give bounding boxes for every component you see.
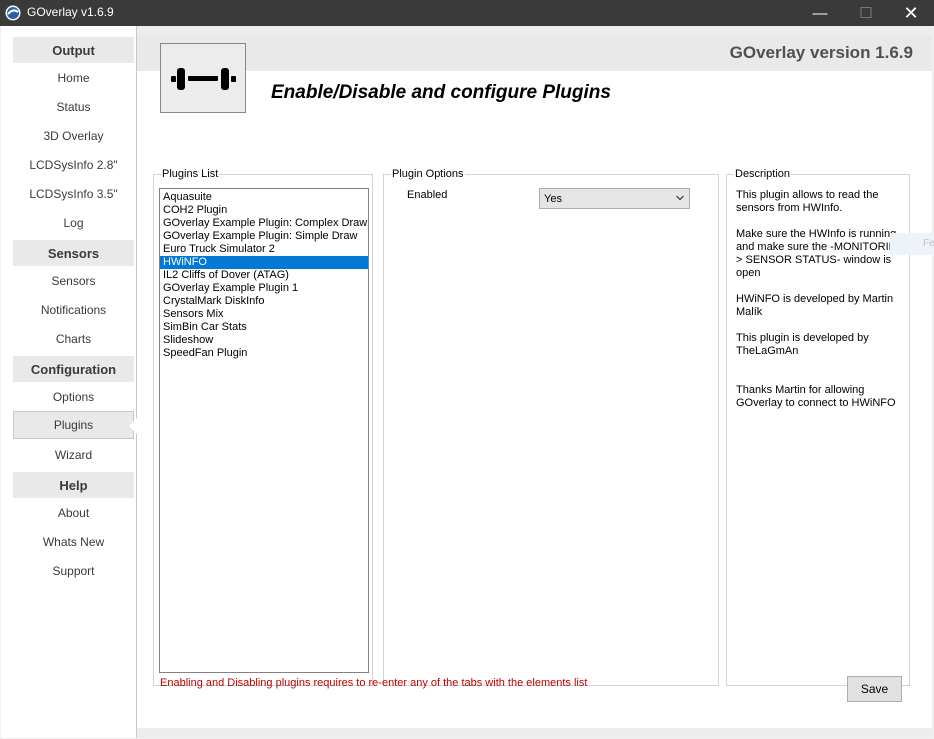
close-icon: ✕ (903, 2, 919, 23)
dumbbell-icon (171, 68, 236, 90)
sidebar-header-configuration: Configuration (13, 356, 134, 382)
plugin-list-item[interactable]: HWiNFO (160, 256, 368, 269)
description-legend: Description (734, 168, 792, 180)
enabled-label: Enabled (407, 189, 448, 201)
sidebar-item-support[interactable]: Support (13, 557, 134, 585)
restart-tabs-notice: Enabling and Disabling plugins requires … (160, 677, 588, 689)
sidebar-item-notifications[interactable]: Notifications (13, 296, 134, 324)
minimize-icon: — (812, 4, 828, 22)
plugin-list-item[interactable]: COH2 Plugin (160, 204, 368, 217)
sidebar-header-sensors: Sensors (13, 240, 134, 266)
plugin-list-item[interactable]: CrystalMark DiskInfo (160, 295, 368, 308)
save-button[interactable]: Save (847, 676, 902, 702)
sidebar-item-home[interactable]: Home (13, 64, 134, 92)
plugin-list-item[interactable]: GOverlay Example Plugin 1 (160, 282, 368, 295)
sidebar: Output Home Status 3D Overlay LCDSysInfo… (1, 26, 137, 738)
sidebar-item-status[interactable]: Status (13, 93, 134, 121)
plugin-list-item[interactable]: SpeedFan Plugin (160, 347, 368, 360)
plugin-options-group: Plugin Options Enabled Yes (383, 168, 719, 686)
plugin-list-item[interactable]: IL2 Cliffs of Dover (ATAG) (160, 269, 368, 282)
plugins-listbox[interactable]: Aquasuite COH2 Plugin GOverlay Example Plu… (159, 188, 369, 673)
plugin-list-item[interactable]: SimBin Car Stats (160, 321, 368, 334)
enabled-select-value: Yes (544, 193, 562, 205)
plugin-list-item[interactable]: GOverlay Example Plugin: Complex Draw (160, 217, 368, 230)
plugins-list-group: Plugins List Aquasuite COH2 Plugin GOverla… (153, 168, 373, 686)
sidebar-header-help: Help (13, 472, 134, 498)
version-band: GOverlay version 1.6.9 (137, 35, 932, 71)
close-button[interactable]: ✕ (888, 0, 934, 26)
chevron-down-icon (676, 195, 684, 201)
description-paragraph: This plugin is developed by TheLaGmAn (736, 332, 869, 357)
maximize-button[interactable]: ☐ (843, 0, 889, 26)
sidebar-item-charts[interactable]: Charts (13, 325, 134, 353)
sidebar-item-lcdsysinfo-35[interactable]: LCDSysInfo 3.5" (13, 180, 134, 208)
sidebar-item-options[interactable]: Options (13, 383, 134, 411)
description-paragraph: HWiNFO is developed by Martin Malík (736, 293, 894, 318)
sidebar-item-plugins[interactable]: Plugins (13, 411, 134, 439)
main-panel: GOverlay version 1.6.9 Enable/Disable an… (137, 35, 932, 728)
plugin-list-item[interactable]: Aquasuite (160, 191, 368, 204)
edge-tab[interactable]: Fe (890, 233, 934, 255)
plugin-list-item[interactable]: GOverlay Example Plugin: Simple Draw (160, 230, 368, 243)
description-group: Description This plugin allows to read t… (726, 168, 910, 686)
enabled-select[interactable]: Yes (539, 188, 690, 209)
description-paragraph: This plugin allows to read the sensors f… (736, 189, 879, 214)
plugin-list-item[interactable]: Euro Truck Simulator 2 (160, 243, 368, 256)
page-title: Enable/Disable and configure Plugins (271, 82, 611, 103)
sidebar-item-3d-overlay[interactable]: 3D Overlay (13, 122, 134, 150)
plugin-options-legend: Plugin Options (391, 168, 465, 180)
sidebar-item-sensors[interactable]: Sensors (13, 267, 134, 295)
description-paragraph: Make sure the HWInfo is running. and mak… (736, 228, 906, 279)
title-bar: GOverlay v1.6.9 — ☐ ✕ (0, 0, 934, 26)
description-paragraph: Thanks Martin for allowing GOverlay to c… (736, 384, 896, 409)
plugins-list-legend: Plugins List (161, 168, 220, 180)
sidebar-header-output: Output (13, 37, 134, 63)
maximize-icon: ☐ (859, 5, 873, 22)
version-label: GOverlay version 1.6.9 (729, 43, 913, 62)
plugin-list-item[interactable]: Sensors Mix (160, 308, 368, 321)
sidebar-item-wizard[interactable]: Wizard (13, 441, 134, 469)
app-window: Output Home Status 3D Overlay LCDSysInfo… (1, 26, 933, 738)
sidebar-item-whats-new[interactable]: Whats New (13, 528, 134, 556)
sidebar-item-lcdsysinfo-28[interactable]: LCDSysInfo 2.8" (13, 151, 134, 179)
window-title: GOverlay v1.6.9 (27, 5, 114, 19)
description-text: This plugin allows to read the sensors f… (736, 189, 906, 423)
plugins-logo (160, 43, 246, 113)
sidebar-item-log[interactable]: Log (13, 209, 134, 237)
sidebar-item-about[interactable]: About (13, 499, 134, 527)
app-logo-icon (5, 5, 21, 21)
minimize-button[interactable]: — (797, 0, 843, 26)
plugin-list-item[interactable]: Slideshow (160, 334, 368, 347)
